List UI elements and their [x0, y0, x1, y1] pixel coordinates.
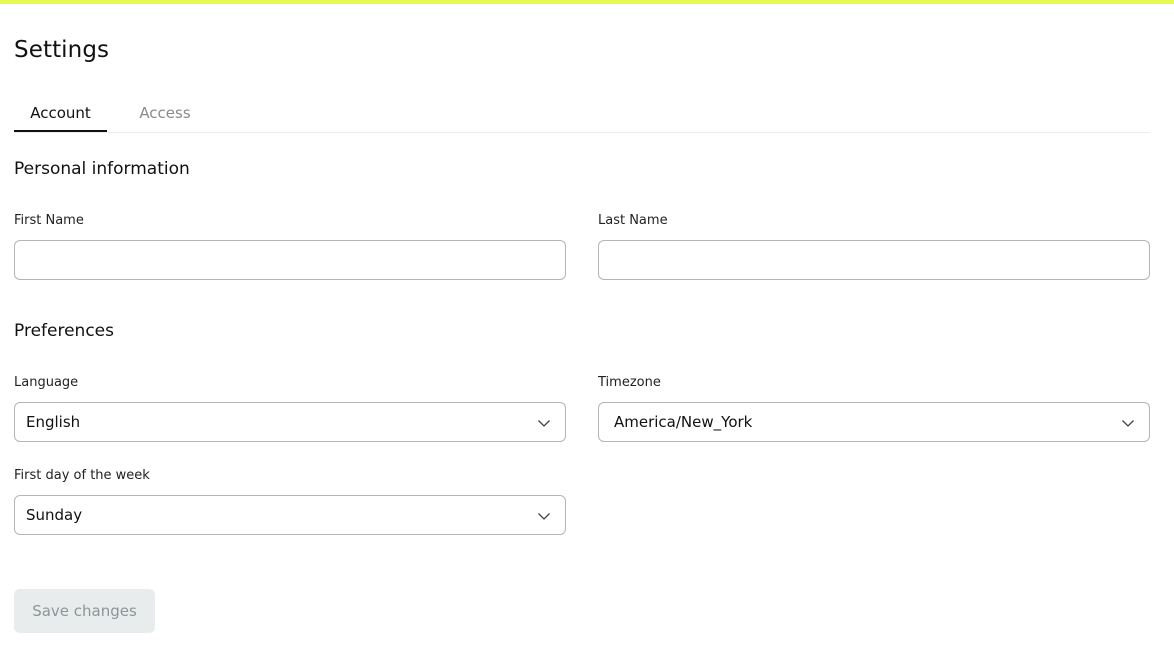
page-title: Settings [14, 37, 110, 63]
first-name-label: First Name [14, 213, 84, 228]
language-label: Language [14, 375, 79, 390]
tab-access[interactable]: Access [126, 96, 204, 130]
first-day-select[interactable]: Sunday [14, 495, 566, 535]
first-day-selected-value: Sunday [26, 506, 83, 524]
tab-account[interactable]: Account [14, 96, 107, 132]
timezone-selected-value: America/New_York [614, 413, 753, 431]
chevron-down-icon [538, 420, 550, 427]
accent-top-bar [0, 0, 1174, 4]
last-name-input[interactable] [598, 240, 1150, 280]
language-selected-value: English [26, 413, 81, 431]
last-name-label: Last Name [598, 213, 668, 228]
settings-tabs: Account Access [14, 96, 1150, 133]
first-name-input[interactable] [14, 240, 566, 280]
chevron-down-icon [538, 513, 550, 520]
language-select[interactable]: English [14, 402, 566, 442]
personal-information-heading: Personal information [14, 159, 190, 179]
chevron-down-icon [1122, 420, 1134, 427]
preferences-heading: Preferences [14, 321, 114, 341]
first-day-label: First day of the week [14, 468, 150, 483]
timezone-label: Timezone [598, 375, 661, 390]
save-changes-button[interactable]: Save changes [14, 589, 155, 633]
timezone-select[interactable]: America/New_York [598, 402, 1150, 442]
